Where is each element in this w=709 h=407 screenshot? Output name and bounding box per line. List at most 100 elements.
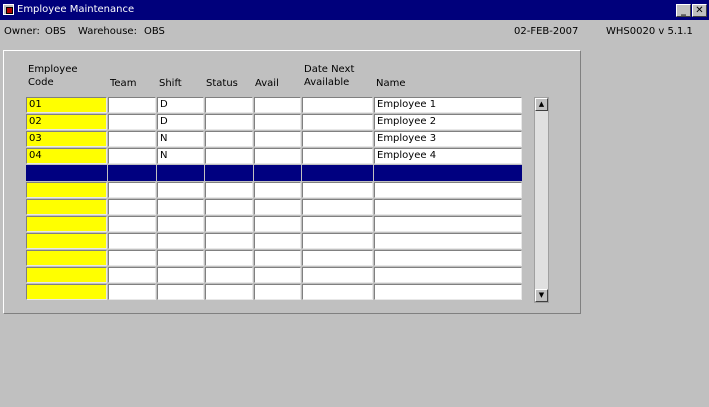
cell-status-row-6[interactable] <box>205 182 253 198</box>
cell-name-row-9[interactable] <box>374 233 522 249</box>
cell-team-row-9[interactable] <box>108 233 156 249</box>
cell-status-row-12[interactable] <box>205 284 253 300</box>
close-button[interactable]: ✕ <box>692 4 707 17</box>
cell-code-row-8[interactable] <box>26 216 107 232</box>
cell-code-row-9[interactable] <box>26 233 107 249</box>
cell-shift-row-10[interactable] <box>157 250 204 266</box>
cell-avail-row-11[interactable] <box>254 267 301 283</box>
cell-date-next-row-10[interactable] <box>302 250 373 266</box>
header-name: Name <box>376 78 406 89</box>
minimize-button[interactable]: _ <box>676 4 691 17</box>
cell-avail-row-3[interactable] <box>254 131 301 147</box>
header-employee-code-line1: Employee <box>28 64 78 75</box>
cell-name-row-4[interactable]: Employee 4 <box>374 148 522 164</box>
cell-status-row-2[interactable] <box>205 114 253 130</box>
cell-status-row-5[interactable] <box>205 165 253 181</box>
cell-date-next-row-5[interactable] <box>302 165 373 181</box>
cell-name-row-12[interactable] <box>374 284 522 300</box>
cell-date-next-row-4[interactable] <box>302 148 373 164</box>
cell-shift-row-7[interactable] <box>157 199 204 215</box>
cell-avail-row-12[interactable] <box>254 284 301 300</box>
cell-team-row-3[interactable] <box>108 131 156 147</box>
cell-code-row-2[interactable]: 02 <box>26 114 107 130</box>
cell-code-row-3[interactable]: 03 <box>26 131 107 147</box>
cell-shift-row-6[interactable] <box>157 182 204 198</box>
cell-shift-row-12[interactable] <box>157 284 204 300</box>
cell-name-row-10[interactable] <box>374 250 522 266</box>
cell-name-row-2[interactable]: Employee 2 <box>374 114 522 130</box>
cell-team-row-5[interactable] <box>108 165 156 181</box>
cell-shift-row-4[interactable]: N <box>157 148 204 164</box>
cell-name-row-6[interactable] <box>374 182 522 198</box>
cell-shift-row-1[interactable]: D <box>157 97 204 113</box>
header-shift: Shift <box>159 78 182 89</box>
cell-team-row-4[interactable] <box>108 148 156 164</box>
cell-status-row-7[interactable] <box>205 199 253 215</box>
cell-date-next-row-8[interactable] <box>302 216 373 232</box>
cell-name-row-11[interactable] <box>374 267 522 283</box>
cell-avail-row-5[interactable] <box>254 165 301 181</box>
cell-avail-row-7[interactable] <box>254 199 301 215</box>
cell-shift-row-9[interactable] <box>157 233 204 249</box>
cell-name-row-5[interactable] <box>374 165 522 181</box>
arrow-up-icon[interactable]: ▲ <box>535 98 548 111</box>
cell-code-row-4[interactable]: 04 <box>26 148 107 164</box>
cell-team-row-8[interactable] <box>108 216 156 232</box>
cell-code-row-6[interactable] <box>26 182 107 198</box>
cell-code-row-1[interactable]: 01 <box>26 97 107 113</box>
cell-date-next-row-9[interactable] <box>302 233 373 249</box>
cell-team-row-2[interactable] <box>108 114 156 130</box>
cell-avail-row-4[interactable] <box>254 148 301 164</box>
cell-status-row-11[interactable] <box>205 267 253 283</box>
cell-team-row-7[interactable] <box>108 199 156 215</box>
cell-code-row-10[interactable] <box>26 250 107 266</box>
cell-shift-row-5[interactable] <box>157 165 204 181</box>
header-date-next-line1: Date Next <box>304 64 355 75</box>
warehouse-label: Warehouse: <box>78 26 137 37</box>
program-version: WHS0020 v 5.1.1 <box>606 26 693 37</box>
cell-avail-row-6[interactable] <box>254 182 301 198</box>
cell-team-row-10[interactable] <box>108 250 156 266</box>
cell-date-next-row-6[interactable] <box>302 182 373 198</box>
cell-date-next-row-3[interactable] <box>302 131 373 147</box>
header-status: Status <box>206 78 238 89</box>
cell-date-next-row-1[interactable] <box>302 97 373 113</box>
cell-shift-row-8[interactable] <box>157 216 204 232</box>
cell-shift-row-11[interactable] <box>157 267 204 283</box>
cell-status-row-9[interactable] <box>205 233 253 249</box>
title-bar[interactable]: Employee Maintenance _ ✕ <box>0 0 709 20</box>
cell-status-row-8[interactable] <box>205 216 253 232</box>
cell-date-next-row-7[interactable] <box>302 199 373 215</box>
cell-avail-row-9[interactable] <box>254 233 301 249</box>
cell-name-row-7[interactable] <box>374 199 522 215</box>
header-date-next-line2: Available <box>304 77 350 88</box>
cell-team-row-11[interactable] <box>108 267 156 283</box>
cell-name-row-3[interactable]: Employee 3 <box>374 131 522 147</box>
cell-status-row-3[interactable] <box>205 131 253 147</box>
cell-avail-row-8[interactable] <box>254 216 301 232</box>
cell-shift-row-3[interactable]: N <box>157 131 204 147</box>
warehouse-value: OBS <box>144 26 165 37</box>
cell-date-next-row-11[interactable] <box>302 267 373 283</box>
cell-shift-row-2[interactable]: D <box>157 114 204 130</box>
oracle-forms-icon[interactable] <box>3 4 14 15</box>
vertical-scrollbar[interactable]: ▲ ▼ <box>534 97 549 303</box>
cell-name-row-8[interactable] <box>374 216 522 232</box>
cell-status-row-10[interactable] <box>205 250 253 266</box>
cell-team-row-12[interactable] <box>108 284 156 300</box>
cell-status-row-1[interactable] <box>205 97 253 113</box>
cell-code-row-7[interactable] <box>26 199 107 215</box>
cell-team-row-1[interactable] <box>108 97 156 113</box>
cell-avail-row-2[interactable] <box>254 114 301 130</box>
cell-code-row-11[interactable] <box>26 267 107 283</box>
cell-status-row-4[interactable] <box>205 148 253 164</box>
cell-code-row-5[interactable] <box>26 165 107 181</box>
cell-avail-row-1[interactable] <box>254 97 301 113</box>
arrow-down-icon[interactable]: ▼ <box>535 289 548 302</box>
cell-date-next-row-2[interactable] <box>302 114 373 130</box>
cell-date-next-row-12[interactable] <box>302 284 373 300</box>
cell-team-row-6[interactable] <box>108 182 156 198</box>
cell-name-row-1[interactable]: Employee 1 <box>374 97 522 113</box>
cell-avail-row-10[interactable] <box>254 250 301 266</box>
cell-code-row-12[interactable] <box>26 284 107 300</box>
